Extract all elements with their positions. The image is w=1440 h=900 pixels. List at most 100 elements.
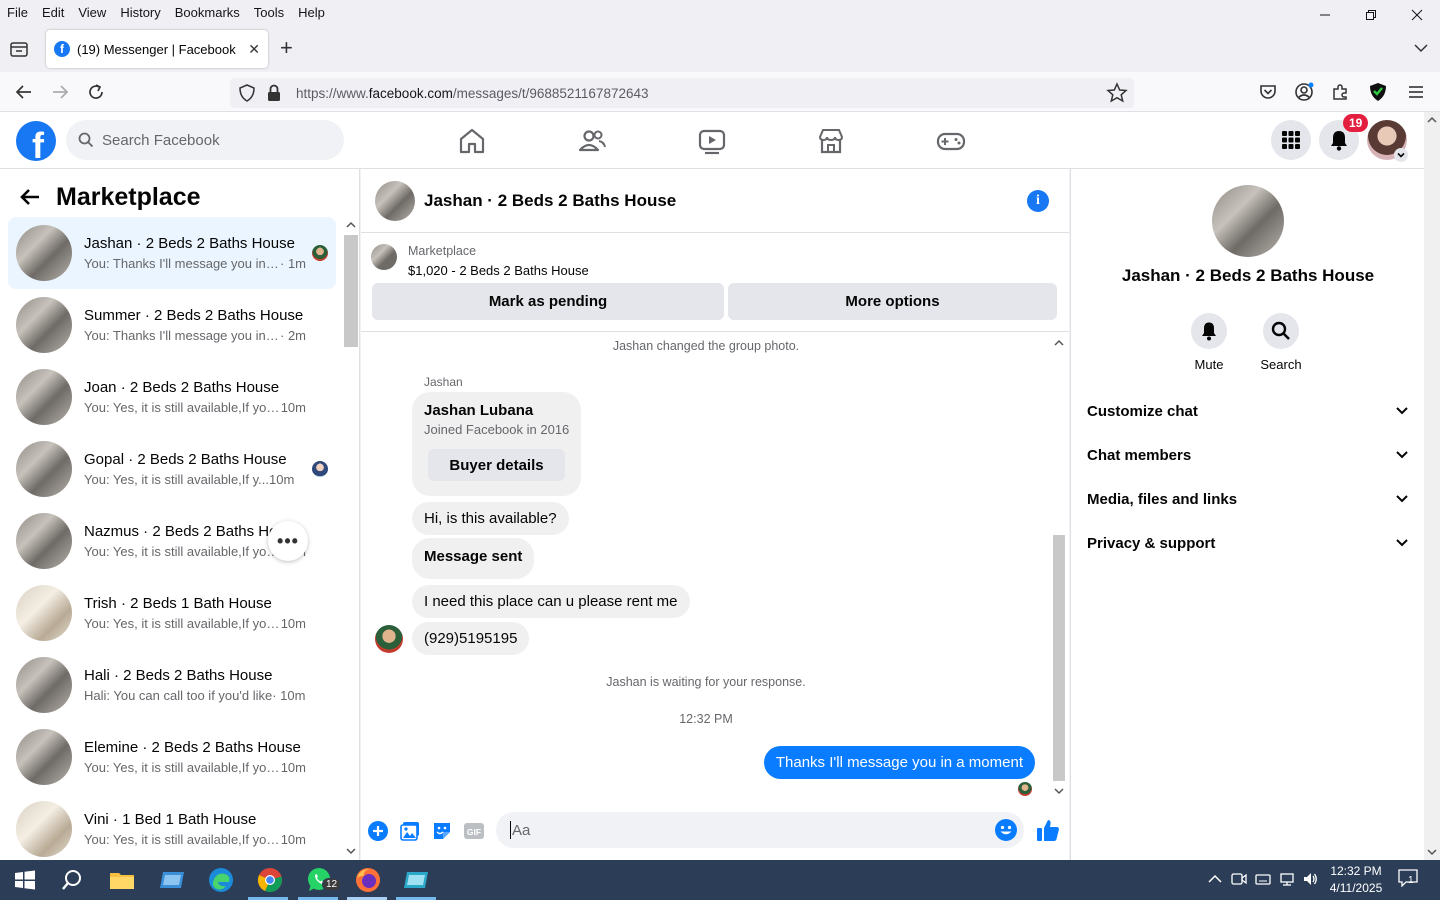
bookmark-star-icon[interactable] xyxy=(1106,82,1128,104)
back-button[interactable] xyxy=(12,80,36,104)
video-icon[interactable] xyxy=(697,126,727,156)
scrollbar-thumb[interactable] xyxy=(344,235,358,347)
incoming-message[interactable]: I need this place can u please rent me xyxy=(412,585,690,618)
conversation-item[interactable]: Elemine · 2 Beds 2 Baths House You: Yes,… xyxy=(8,721,336,793)
search-facebook-field[interactable]: Search Facebook xyxy=(66,120,344,160)
attach-photo-icon[interactable] xyxy=(399,820,421,842)
incoming-message[interactable]: (929)5195195 xyxy=(412,622,530,655)
gif-icon[interactable]: GIF xyxy=(463,820,485,842)
menu-edit[interactable]: Edit xyxy=(35,5,71,20)
list-all-tabs-icon[interactable] xyxy=(1414,40,1428,56)
sidebar-scrollbar[interactable] xyxy=(344,217,358,857)
conversation-item[interactable]: Summer · 2 Beds 2 Baths House You: Thank… xyxy=(8,289,336,361)
thread-scrollbar[interactable] xyxy=(1051,335,1067,797)
meet-now-icon[interactable] xyxy=(1231,871,1247,887)
info-icon[interactable]: i xyxy=(1027,190,1049,212)
search-in-chat-button[interactable]: Search xyxy=(1251,313,1311,372)
scroll-down-icon[interactable] xyxy=(344,845,358,857)
buyer-details-button[interactable]: Buyer details xyxy=(428,449,565,481)
file-explorer-button[interactable] xyxy=(108,866,136,894)
firefox-view-icon[interactable] xyxy=(8,38,30,60)
conversation-item[interactable]: Vini · 1 Bed 1 Bath House You: Yes, it i… xyxy=(8,793,336,860)
menu-tools[interactable]: Tools xyxy=(247,5,291,20)
menu-file[interactable]: File xyxy=(0,5,35,20)
menu-view[interactable]: View xyxy=(71,5,113,20)
thumbs-up-icon[interactable] xyxy=(1035,817,1061,843)
scroll-up-icon[interactable] xyxy=(1424,114,1440,126)
home-icon[interactable] xyxy=(457,126,487,156)
extensions-button[interactable] xyxy=(1328,80,1352,104)
menu-history[interactable]: History xyxy=(113,5,167,20)
listing-title[interactable]: $1,020 - 2 Beds 2 Baths House xyxy=(408,263,589,278)
conversation-item[interactable]: Gopal · 2 Beds 2 Baths House You: Yes, i… xyxy=(8,433,336,505)
sender-avatar[interactable] xyxy=(375,625,403,653)
message-input[interactable]: Aa xyxy=(496,812,1024,848)
menu-help[interactable]: Help xyxy=(291,5,332,20)
keyboard-language-icon[interactable] xyxy=(1255,871,1271,887)
more-options-button[interactable]: More options xyxy=(728,283,1057,320)
facebook-logo[interactable]: f xyxy=(16,121,56,161)
chat-title[interactable]: Jashan · 2 Beds 2 Baths House xyxy=(424,191,676,211)
scroll-down-icon[interactable] xyxy=(1424,846,1440,858)
volume-icon[interactable] xyxy=(1302,871,1318,887)
tracking-shield-icon[interactable] xyxy=(238,83,258,103)
privacy-support-section[interactable]: Privacy & support xyxy=(1087,521,1409,565)
tab-close-icon[interactable]: ✕ xyxy=(248,41,260,58)
scrollbar-thumb[interactable] xyxy=(1053,535,1065,781)
menu-bookmarks[interactable]: Bookmarks xyxy=(168,5,247,20)
start-button[interactable] xyxy=(11,866,39,894)
conversation-options-button[interactable]: ••• xyxy=(268,521,308,561)
search-taskbar-button[interactable] xyxy=(58,866,86,894)
media-files-links-section[interactable]: Media, files and links xyxy=(1087,477,1409,521)
forward-button[interactable] xyxy=(48,80,72,104)
url-bar[interactable]: https://www.facebook.com/messages/t/9688… xyxy=(230,78,1134,108)
facebook-favicon-icon: f xyxy=(54,41,70,57)
chat-members-section[interactable]: Chat members xyxy=(1087,433,1409,477)
incoming-message[interactable]: Hi, is this available? xyxy=(412,502,569,535)
chat-avatar[interactable] xyxy=(375,180,415,221)
conversation-item[interactable]: Trish · 2 Beds 1 Bath House You: Yes, it… xyxy=(8,577,336,649)
terminal-app-button[interactable] xyxy=(158,866,186,894)
plus-actions-icon[interactable] xyxy=(367,820,389,842)
listing-thumbnail[interactable] xyxy=(371,244,397,270)
mute-label: Mute xyxy=(1194,357,1224,372)
mark-as-pending-button[interactable]: Mark as pending xyxy=(372,283,724,320)
system-clock[interactable]: 12:32 PM 4/11/2025 xyxy=(1320,863,1392,897)
page-scrollbar[interactable] xyxy=(1424,112,1440,860)
lock-icon[interactable] xyxy=(266,84,284,102)
emoji-icon[interactable] xyxy=(994,818,1018,842)
incoming-message[interactable]: Message sent xyxy=(412,538,535,579)
conversation-item[interactable]: Joan · 2 Beds 2 Baths House You: Yes, it… xyxy=(8,361,336,433)
edge-button[interactable] xyxy=(207,866,235,894)
adblock-extension-button[interactable] xyxy=(1366,80,1390,104)
marketplace-icon[interactable] xyxy=(816,126,846,156)
conversation-time: · 2m xyxy=(280,328,306,343)
account-chevron-icon[interactable] xyxy=(1394,148,1408,162)
app-button[interactable] xyxy=(402,866,430,894)
action-center-button[interactable]: 1 xyxy=(1398,869,1422,891)
tab-messenger[interactable]: f (19) Messenger | Facebook ✕ xyxy=(46,30,268,68)
app-menu-button[interactable] xyxy=(1404,80,1428,104)
customize-chat-section[interactable]: Customize chat xyxy=(1087,389,1409,433)
scroll-down-icon[interactable] xyxy=(1051,785,1067,797)
network-icon[interactable] xyxy=(1279,871,1295,887)
chrome-button[interactable] xyxy=(256,866,284,894)
menu-button[interactable] xyxy=(1271,120,1311,160)
conversation-item[interactable]: Jashan · 2 Beds 2 Baths House You: Thank… xyxy=(8,217,336,289)
scroll-up-icon[interactable] xyxy=(1051,337,1067,349)
sticker-icon[interactable] xyxy=(431,820,453,842)
outgoing-message[interactable]: Thanks I'll message you in a moment xyxy=(763,746,1035,779)
reload-button[interactable] xyxy=(84,80,108,104)
scroll-up-icon[interactable] xyxy=(344,219,358,231)
new-tab-button[interactable]: + xyxy=(280,37,293,59)
account-button[interactable] xyxy=(1292,80,1316,104)
chat-info-avatar[interactable] xyxy=(1212,185,1284,257)
mute-button[interactable]: Mute xyxy=(1179,313,1239,372)
firefox-button[interactable] xyxy=(354,866,382,894)
friends-icon[interactable] xyxy=(577,126,607,156)
show-hidden-icons-icon[interactable] xyxy=(1208,874,1222,884)
gaming-icon[interactable] xyxy=(936,126,966,156)
conversation-item[interactable]: Hali · 2 Beds 2 Baths House Hali: You ca… xyxy=(8,649,336,721)
back-arrow-icon[interactable] xyxy=(20,188,40,206)
pocket-button[interactable] xyxy=(1256,80,1280,104)
